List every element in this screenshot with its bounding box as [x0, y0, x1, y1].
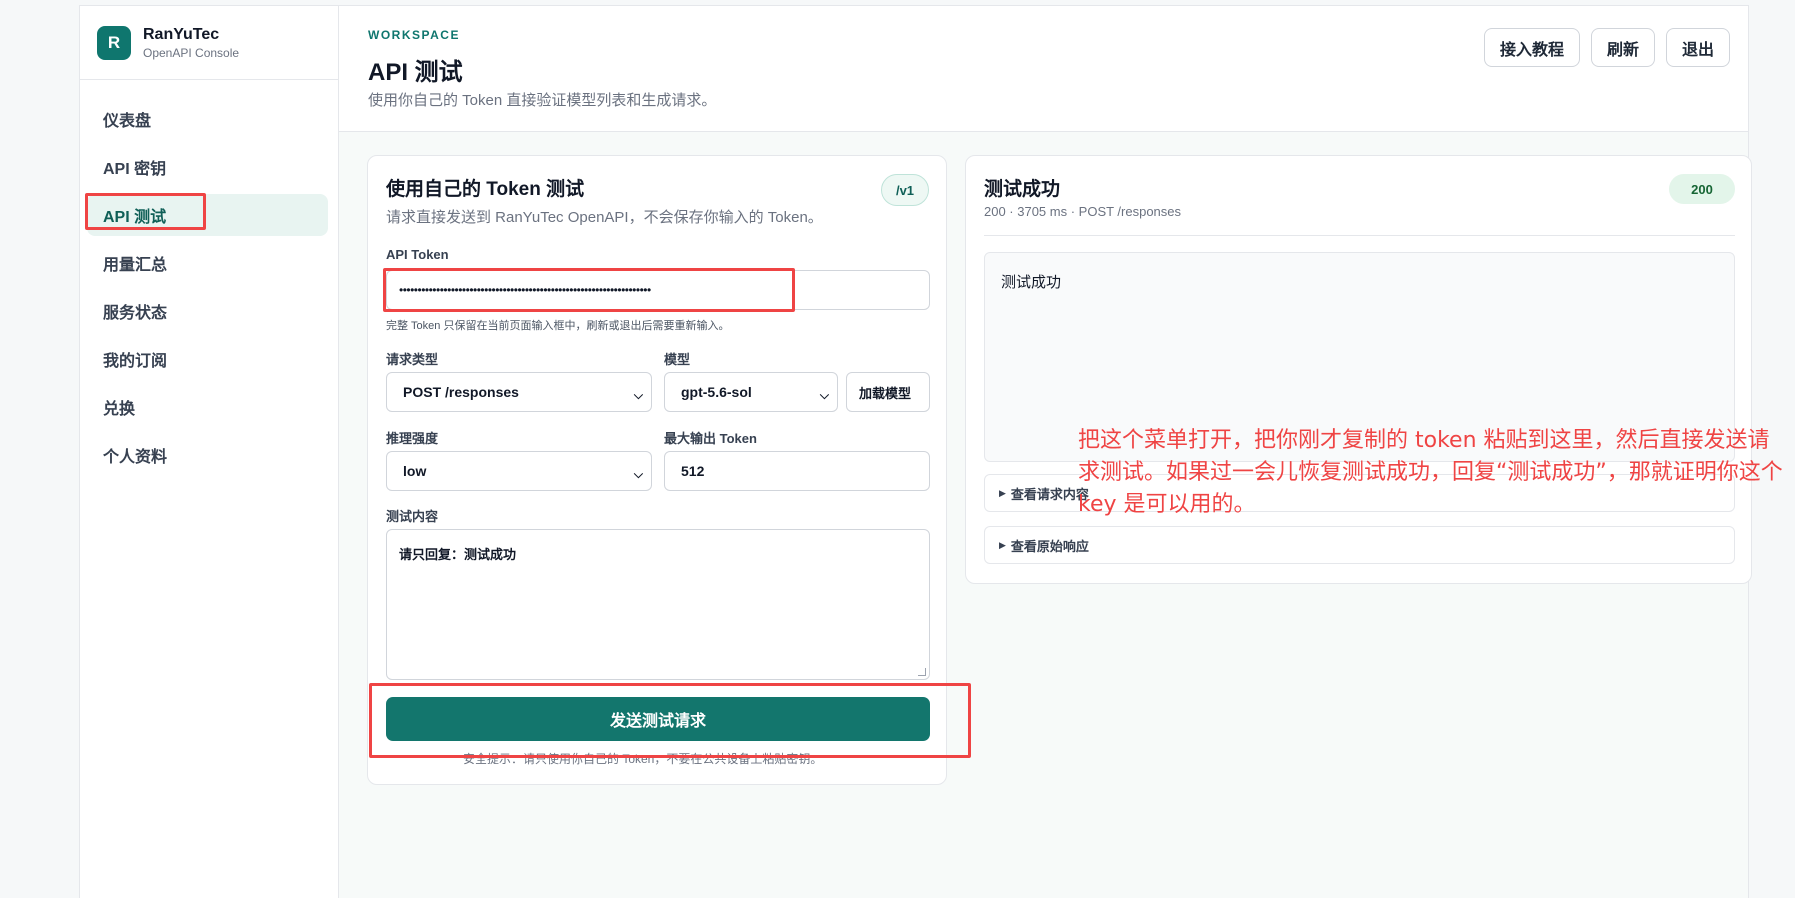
- result-title: 测试成功: [984, 179, 1061, 200]
- annotation-text: 把这个菜单打开，把你刚才复制的 token 粘贴到这里，然后直接发送请求测试。如…: [1078, 428, 1783, 517]
- triangle-right-icon: ▶: [999, 487, 1006, 498]
- refresh-button[interactable]: 刷新: [1590, 28, 1655, 67]
- sidebar-item-dashboard[interactable]: 仪表盘: [87, 98, 328, 140]
- content-value: 请只回复：测试成功: [399, 547, 517, 562]
- sidebar-item-label: 个人资料: [103, 449, 168, 466]
- content-label: 测试内容: [386, 509, 439, 524]
- raw-response-toggle[interactable]: ▶ 查看原始响应: [984, 526, 1735, 564]
- chevron-down-icon: ⌵: [633, 467, 643, 481]
- sidebar-item-profile[interactable]: 个人资料: [87, 434, 328, 476]
- sidebar-item-label: 我的订阅: [103, 353, 168, 370]
- sidebar-item-usage-summary[interactable]: 用量汇总: [87, 242, 328, 284]
- token-test-card: 使用自己的 Token 测试 请求直接发送到 RanYuTec OpenAPI，…: [367, 155, 947, 785]
- sidebar-item-label: 兑换: [103, 401, 136, 418]
- workspace-eyebrow: WORKSPACE: [368, 28, 460, 42]
- token-label: API Token: [386, 247, 449, 262]
- page-subtitle: 使用你自己的 Token 直接验证模型列表和生成请求。: [368, 92, 717, 109]
- resize-handle-icon[interactable]: [918, 668, 926, 676]
- token-hint: 完整 Token 只保留在当前页面输入框中，刷新或退出后需要重新输入。: [386, 320, 730, 332]
- sidebar-item-label: 服务状态: [103, 305, 168, 322]
- sidebar-nav: 仪表盘 API 密钥 API 测试 用量汇总 服务状态 我的订阅 兑换 个人资料: [80, 80, 338, 476]
- raw-response-label: 查看原始响应: [1010, 538, 1089, 554]
- token-test-subtitle: 请求直接发送到 RanYuTec OpenAPI，不会保存你输入的 Token。: [386, 209, 823, 226]
- sidebar-item-label: API 测试: [103, 209, 167, 226]
- request-type-value: POST /responses: [403, 384, 519, 400]
- max-tokens-label: 最大输出 Token: [664, 431, 757, 446]
- sidebar-item-service-status[interactable]: 服务状态: [87, 290, 328, 332]
- reasoning-select[interactable]: low ⌵: [386, 451, 652, 491]
- brand-subtitle: OpenAPI Console: [143, 45, 240, 60]
- max-tokens-input[interactable]: 512: [664, 451, 930, 491]
- triangle-right-icon: ▶: [999, 539, 1006, 550]
- token-test-title: 使用自己的 Token 测试: [386, 179, 585, 200]
- load-models-button[interactable]: 加载模型: [846, 372, 930, 412]
- sidebar-item-redeem[interactable]: 兑换: [87, 386, 328, 428]
- tutorial-button[interactable]: 接入教程: [1483, 28, 1580, 67]
- sidebar-item-subscriptions[interactable]: 我的订阅: [87, 338, 328, 380]
- model-select[interactable]: gpt-5.6-sol ⌵: [664, 372, 838, 412]
- send-test-button[interactable]: 发送测试请求: [386, 697, 930, 741]
- brand-logo: R: [97, 25, 131, 60]
- reasoning-value: low: [403, 463, 427, 479]
- reasoning-label: 推理强度: [386, 431, 439, 446]
- sidebar-item-api-test[interactable]: API 测试: [87, 194, 328, 236]
- header-actions: 接入教程 刷新 退出: [1483, 28, 1730, 67]
- chevron-down-icon: ⌵: [633, 388, 643, 402]
- sidebar-item-label: API 密钥: [103, 161, 167, 178]
- token-input[interactable]: ••••••••••••••••••••••••••••••••••••••••…: [386, 270, 930, 310]
- page-header: WORKSPACE API 测试 使用你自己的 Token 直接验证模型列表和生…: [339, 6, 1748, 132]
- result-divider: [984, 235, 1735, 236]
- sidebar-item-label: 仪表盘: [103, 113, 152, 130]
- brand-name: RanYuTec: [143, 25, 220, 43]
- content-textarea[interactable]: 请只回复：测试成功: [386, 529, 930, 680]
- chevron-down-icon: ⌵: [819, 388, 829, 402]
- model-label: 模型: [664, 352, 691, 367]
- security-footnote: 安全提示：请只使用你自己的 Token，不要在公共设备上粘贴密钥。: [463, 752, 823, 766]
- sidebar-item-api-keys[interactable]: API 密钥: [87, 146, 328, 188]
- status-code-badge: 200: [1669, 174, 1735, 204]
- sidebar: R RanYuTec OpenAPI Console 仪表盘 API 密钥 AP…: [80, 6, 339, 898]
- logout-button[interactable]: 退出: [1665, 28, 1730, 67]
- brand: R RanYuTec OpenAPI Console: [80, 6, 338, 80]
- request-type-label: 请求类型: [386, 352, 439, 367]
- request-type-select[interactable]: POST /responses ⌵: [386, 372, 652, 412]
- model-value: gpt-5.6-sol: [681, 384, 752, 400]
- version-badge: /v1: [881, 174, 929, 206]
- page-title: API 测试: [368, 59, 463, 86]
- result-meta: 200 · 3705 ms · POST /responses: [984, 204, 1182, 219]
- sidebar-item-label: 用量汇总: [103, 257, 168, 274]
